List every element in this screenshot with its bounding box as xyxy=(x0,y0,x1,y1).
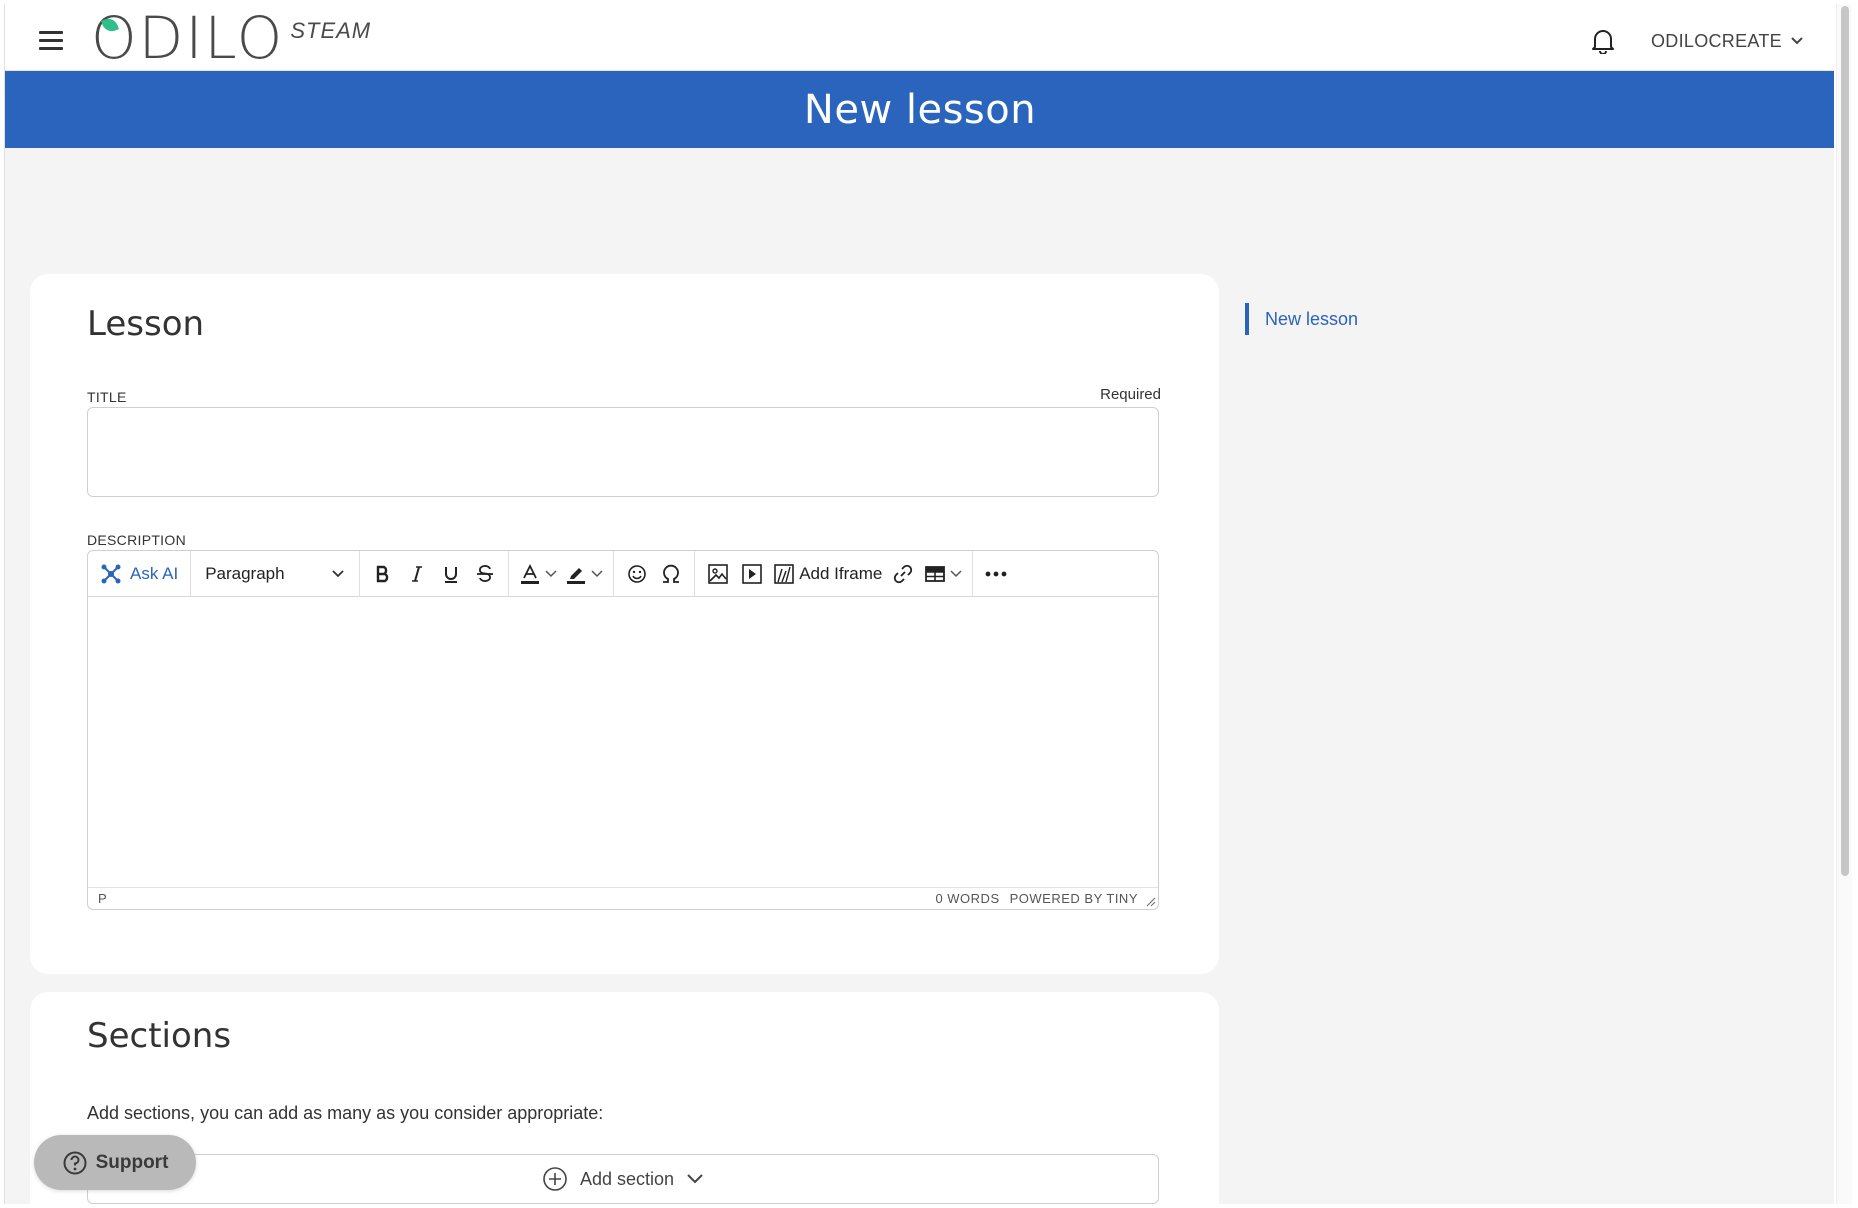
editor-toolbar: Ask AI Paragraph Add Iframe xyxy=(88,550,1158,597)
more-dots-icon xyxy=(985,571,1007,576)
top-header: ODILO STEAM ODILOCREATE xyxy=(5,4,1834,71)
bold-icon xyxy=(376,565,389,582)
user-menu-dropdown[interactable]: ODILOCREATE xyxy=(1651,28,1804,54)
underline-icon xyxy=(445,566,458,583)
word-count[interactable]: 0 WORDS xyxy=(935,891,999,906)
notifications-bell-icon[interactable] xyxy=(1591,28,1615,55)
page-title: New lesson xyxy=(803,86,1037,133)
title-input[interactable] xyxy=(87,407,1159,497)
chevron-down-icon xyxy=(950,569,962,577)
chevron-down-icon xyxy=(545,569,557,577)
toolbar-group-format xyxy=(360,550,510,597)
italic-button[interactable] xyxy=(400,557,434,591)
page-title-bar: New lesson xyxy=(5,71,1834,148)
toolbar-group-blocks: Paragraph xyxy=(191,550,361,597)
editor-status-bar: P 0 WORDS POWERED BY TINY xyxy=(88,887,1158,909)
page-scrollbar[interactable] xyxy=(1836,4,1852,1204)
text-color-button[interactable] xyxy=(515,557,561,591)
user-name: ODILOCREATE xyxy=(1651,30,1782,51)
sections-heading: Sections xyxy=(87,1016,232,1056)
title-required-hint: Required xyxy=(1100,386,1161,403)
hamburger-menu-icon[interactable] xyxy=(39,31,63,51)
add-section-button[interactable]: Add section xyxy=(87,1154,1159,1204)
sections-card: Sections Add sections, you can add as ma… xyxy=(30,992,1219,1204)
anchor-nav-item-new-lesson[interactable]: New lesson xyxy=(1245,303,1358,335)
insert-link-button[interactable] xyxy=(886,557,920,591)
logo-wordmark: ODILO xyxy=(91,8,284,68)
emoji-button[interactable] xyxy=(620,557,654,591)
resize-handle-icon[interactable] xyxy=(1146,897,1156,907)
toolbar-group-insert-chars xyxy=(614,550,696,597)
add-iframe-label: Add Iframe xyxy=(799,563,883,583)
anchor-nav-label: New lesson xyxy=(1265,308,1359,329)
element-path[interactable]: P xyxy=(98,891,107,906)
lesson-card: Lesson TITLE Required DESCRIPTION Ask AI xyxy=(30,274,1219,974)
image-icon xyxy=(708,563,728,584)
highlight-color-button[interactable] xyxy=(561,557,607,591)
text-color-icon xyxy=(521,563,540,584)
chevron-down-icon xyxy=(591,569,603,577)
ask-ai-button[interactable]: Ask AI xyxy=(94,557,184,591)
video-play-icon xyxy=(742,563,762,584)
toolbar-group-ai: Ask AI xyxy=(88,550,192,597)
insert-media-button[interactable] xyxy=(735,557,769,591)
insert-table-button[interactable] xyxy=(920,557,966,591)
highlighter-icon xyxy=(567,567,586,584)
app-window: ODILO STEAM ODILOCREATE New lesson New l… xyxy=(4,4,1834,1204)
odilo-steam-logo[interactable]: ODILO STEAM xyxy=(91,8,371,68)
add-section-label: Add section xyxy=(579,1168,675,1189)
support-button[interactable]: Support xyxy=(34,1135,196,1190)
support-label: Support xyxy=(95,1151,169,1173)
iframe-icon xyxy=(774,563,794,584)
italic-icon xyxy=(412,565,423,582)
logo-subtitle: STEAM xyxy=(290,18,372,43)
ai-sparkle-icon xyxy=(101,564,121,583)
ask-ai-label: Ask AI xyxy=(130,563,179,583)
bold-button[interactable] xyxy=(366,557,400,591)
link-icon xyxy=(894,564,913,583)
scrollbar-thumb[interactable] xyxy=(1841,6,1849,876)
add-iframe-button[interactable]: Add Iframe xyxy=(769,557,886,591)
underline-button[interactable] xyxy=(434,557,468,591)
logo-text: ODILO xyxy=(91,4,285,72)
table-icon xyxy=(925,565,946,582)
description-label: DESCRIPTION xyxy=(87,532,186,548)
strikethrough-button[interactable] xyxy=(468,557,502,591)
help-circle-icon xyxy=(63,1151,87,1174)
special-character-button[interactable] xyxy=(654,557,688,591)
toolbar-group-media: Add Iframe xyxy=(695,550,974,597)
chevron-down-icon xyxy=(1791,37,1803,45)
powered-by-link[interactable]: POWERED BY TINY xyxy=(1010,891,1138,906)
plus-circle-icon xyxy=(543,1167,567,1191)
sections-help-text: Add sections, you can add as many as you… xyxy=(87,1103,604,1123)
more-options-button[interactable] xyxy=(979,557,1013,591)
insert-image-button[interactable] xyxy=(701,557,735,591)
chevron-down-icon xyxy=(332,569,344,577)
block-format-select[interactable]: Paragraph xyxy=(197,557,353,591)
title-label: TITLE xyxy=(87,389,127,405)
description-rich-text-editor: Ask AI Paragraph Add Iframe P 0 WORDS PO… xyxy=(87,550,1159,910)
omega-icon xyxy=(663,564,680,583)
chevron-down-icon xyxy=(687,1174,703,1184)
toolbar-group-more xyxy=(973,551,1019,597)
lesson-heading: Lesson xyxy=(87,304,205,344)
block-format-value: Paragraph xyxy=(205,563,285,583)
editor-content-area[interactable] xyxy=(88,597,1158,887)
toolbar-group-colors xyxy=(509,550,615,597)
strikethrough-icon xyxy=(477,564,494,582)
emoji-icon xyxy=(628,564,646,583)
